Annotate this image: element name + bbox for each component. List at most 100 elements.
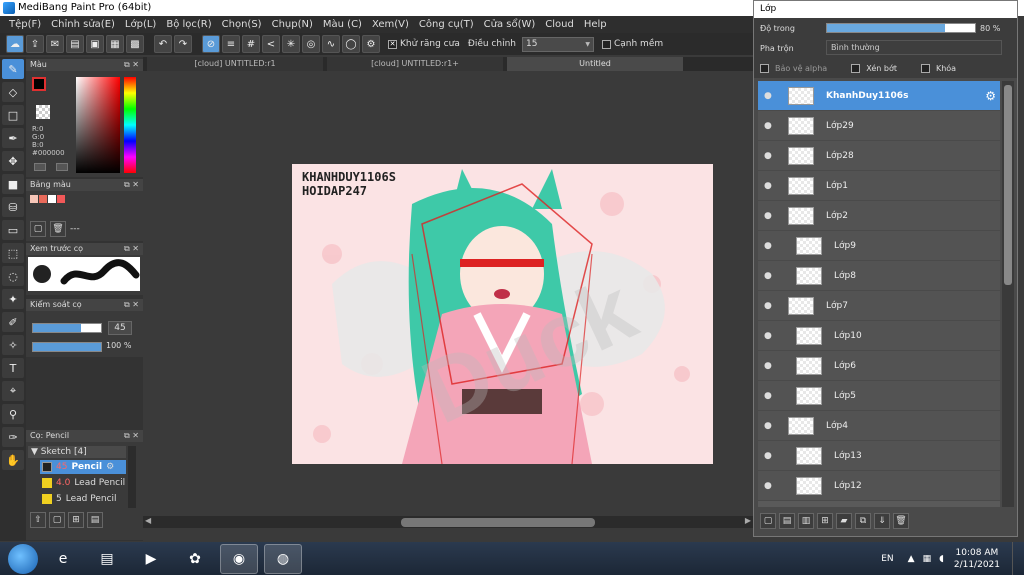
layer-scroll-thumb[interactable]	[1004, 85, 1012, 285]
scroll-right-icon[interactable]: ▶	[745, 516, 751, 525]
visibility-icon[interactable]: ●	[764, 121, 778, 131]
layer-item[interactable]: ● Lớp2	[758, 201, 1000, 231]
cloud-icon[interactable]: ☁	[6, 35, 24, 53]
new-brush-icon[interactable]: ▢	[49, 512, 65, 528]
layer-item[interactable]: ● Lớp28	[758, 141, 1000, 171]
swap-color-button[interactable]	[34, 163, 46, 171]
pen-tool-icon[interactable]: ✒	[2, 128, 24, 148]
layer-item[interactable]: ● Lớp6	[758, 351, 1000, 381]
network-icon[interactable]: ▦	[923, 554, 932, 564]
delete-palette-icon[interactable]: 🗑	[50, 221, 66, 237]
move-tool-icon[interactable]: ✥	[2, 151, 24, 171]
visibility-icon[interactable]: ●	[764, 451, 778, 461]
select-pen-icon[interactable]: ✐	[2, 312, 24, 332]
menu-view[interactable]: Xem(V)	[367, 19, 414, 30]
vanishing-snap-icon[interactable]: <	[262, 35, 280, 53]
radial-snap-icon[interactable]: ✳	[282, 35, 300, 53]
visibility-icon[interactable]: ●	[764, 181, 778, 191]
protect-alpha-checkbox[interactable]	[760, 63, 769, 73]
circle-snap-icon[interactable]: ◎	[302, 35, 320, 53]
layer-opacity-slider[interactable]	[826, 23, 976, 33]
duplicate-layer-icon[interactable]: ⧉	[855, 513, 871, 529]
share-icon[interactable]: ⇪	[26, 35, 44, 53]
layer-settings-icon[interactable]: ▦	[106, 35, 124, 53]
antialias-toggle[interactable]: ✕ Khử răng cưa	[388, 39, 460, 49]
bucket-tool-icon[interactable]: ⛁	[2, 197, 24, 217]
media-player-icon[interactable]: ▶	[132, 544, 170, 574]
tab-document-1[interactable]: [cloud] UNTITLED:r1	[147, 57, 323, 71]
brush-size-value[interactable]: 45	[108, 321, 132, 335]
language-indicator[interactable]: EN	[881, 554, 893, 564]
canvas-horizontal-scrollbar[interactable]: ◀ ▶	[143, 516, 753, 528]
select-eraser-icon[interactable]: ✧	[2, 335, 24, 355]
menu-filter[interactable]: Bộ lọc(R)	[161, 19, 216, 30]
collapse-arrow-icon[interactable]: ▼	[31, 447, 38, 457]
brush-item[interactable]: 5 Lead Pencil	[40, 492, 126, 506]
hand-tool-icon[interactable]: ✋	[2, 450, 24, 470]
brush-group[interactable]: ▼ Sketch [4]	[28, 446, 126, 458]
brush-size-slider[interactable]	[32, 323, 102, 333]
menu-select[interactable]: Chọn(S)	[217, 19, 267, 30]
visibility-icon[interactable]: ●	[764, 91, 778, 101]
tab-document-3[interactable]: Untitled	[507, 57, 683, 71]
canvas-scroll-thumb[interactable]	[401, 518, 595, 527]
merge-layer-icon[interactable]: ⇓	[874, 513, 890, 529]
eraser-tool-icon[interactable]: ◇	[2, 82, 24, 102]
layer-item[interactable]: ● Lớp13	[758, 441, 1000, 471]
new-layer-icon[interactable]: ▢	[760, 513, 776, 529]
menu-edit[interactable]: Chỉnh sửa(E)	[46, 19, 120, 30]
chrome-icon[interactable]: ◉	[220, 543, 258, 574]
hue-slider[interactable]	[124, 77, 136, 173]
curve-snap-icon[interactable]: ∿	[322, 35, 340, 53]
canvas-area[interactable]: Duck KHANHDUY1106S HOIDAP247	[143, 71, 753, 516]
menu-cloud[interactable]: Cloud	[540, 19, 579, 30]
fill-rect-icon[interactable]: ■	[2, 174, 24, 194]
layer-item[interactable]: ● KhanhDuy1106s ⚙	[758, 81, 1000, 111]
parallel-snap-icon[interactable]: ≡	[222, 35, 240, 53]
panel-close-icon[interactable]: ⧉ ✕	[124, 430, 139, 442]
menu-color[interactable]: Màu (C)	[318, 19, 367, 30]
ie-icon[interactable]: e	[44, 544, 82, 574]
visibility-icon[interactable]: ●	[764, 241, 778, 251]
palette-swatch[interactable]	[57, 195, 65, 203]
divide-tool-icon[interactable]: ⌖	[2, 381, 24, 401]
menu-help[interactable]: Help	[579, 19, 612, 30]
add-layer-menu-icon[interactable]: ⊞	[817, 513, 833, 529]
layer-item[interactable]: ● Lớp8	[758, 261, 1000, 291]
soft-edge-toggle[interactable]: Cạnh mềm	[601, 39, 663, 49]
layer-item[interactable]: ● Lớp1	[758, 171, 1000, 201]
palette-swatch[interactable]	[48, 195, 56, 203]
menu-snap[interactable]: Chụp(N)	[267, 19, 318, 30]
unikey-icon[interactable]: ✿	[176, 544, 214, 574]
clock[interactable]: 10:08 AM 2/11/2021	[954, 547, 1000, 571]
magic-wand-icon[interactable]: ✦	[2, 289, 24, 309]
foreground-color-swatch[interactable]	[32, 77, 46, 91]
palette-swatch[interactable]	[30, 195, 38, 203]
visibility-icon[interactable]: ●	[764, 151, 778, 161]
chat-icon[interactable]: ✉	[46, 35, 64, 53]
clipping-checkbox[interactable]	[851, 63, 861, 73]
lock-checkbox[interactable]	[920, 63, 930, 73]
select-tool-icon[interactable]: ⬚	[2, 243, 24, 263]
layer-item[interactable]: ● Lớp10	[758, 321, 1000, 351]
layer-item[interactable]: ● Lớp29	[758, 111, 1000, 141]
delete-layer-icon[interactable]: 🗑	[893, 513, 909, 529]
file-explorer-icon[interactable]: ▤	[88, 544, 126, 574]
new-palette-icon[interactable]: ▢	[30, 221, 46, 237]
panel-close-icon[interactable]: ⧉ ✕	[124, 59, 139, 71]
document-icon[interactable]: ▤	[66, 35, 84, 53]
correction-select[interactable]: 15	[521, 36, 594, 52]
gear-icon[interactable]: ⚙	[106, 462, 114, 472]
transparent-swatch[interactable]	[36, 105, 50, 119]
visibility-icon[interactable]: ●	[764, 271, 778, 281]
add-brush-icon[interactable]: ⊞	[68, 512, 84, 528]
panel-close-icon[interactable]: ⧉ ✕	[124, 243, 139, 255]
layer-item[interactable]: ● Lớp9	[758, 231, 1000, 261]
start-button[interactable]	[8, 543, 38, 574]
snap-off-icon[interactable]: ⊘	[202, 35, 220, 53]
layer-item[interactable]: ● Lớp12	[758, 471, 1000, 501]
scroll-left-icon[interactable]: ◀	[145, 516, 151, 525]
undo-icon[interactable]: ↶	[154, 35, 172, 53]
visibility-icon[interactable]: ●	[764, 421, 778, 431]
visibility-icon[interactable]: ●	[764, 391, 778, 401]
